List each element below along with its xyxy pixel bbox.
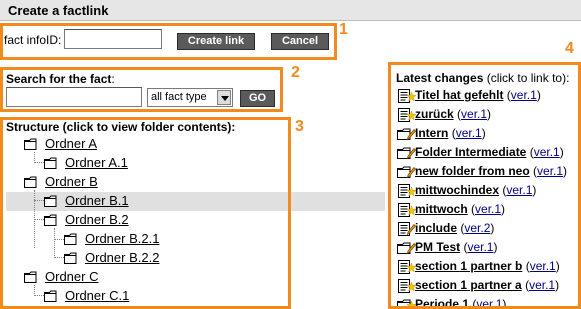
annotation-number-4: 4 [565,40,574,57]
annotation-box-2 [0,67,283,112]
annotation-box-1 [0,23,337,60]
title-bar: Create a factlink [0,0,581,21]
annotation-number-1: 1 [339,21,348,38]
annotation-box-4 [388,62,581,309]
page-title: Create a factlink [8,3,109,18]
annotation-number-2: 2 [291,64,300,81]
annotation-number-3: 3 [295,118,304,135]
annotation-box-3 [0,117,291,309]
